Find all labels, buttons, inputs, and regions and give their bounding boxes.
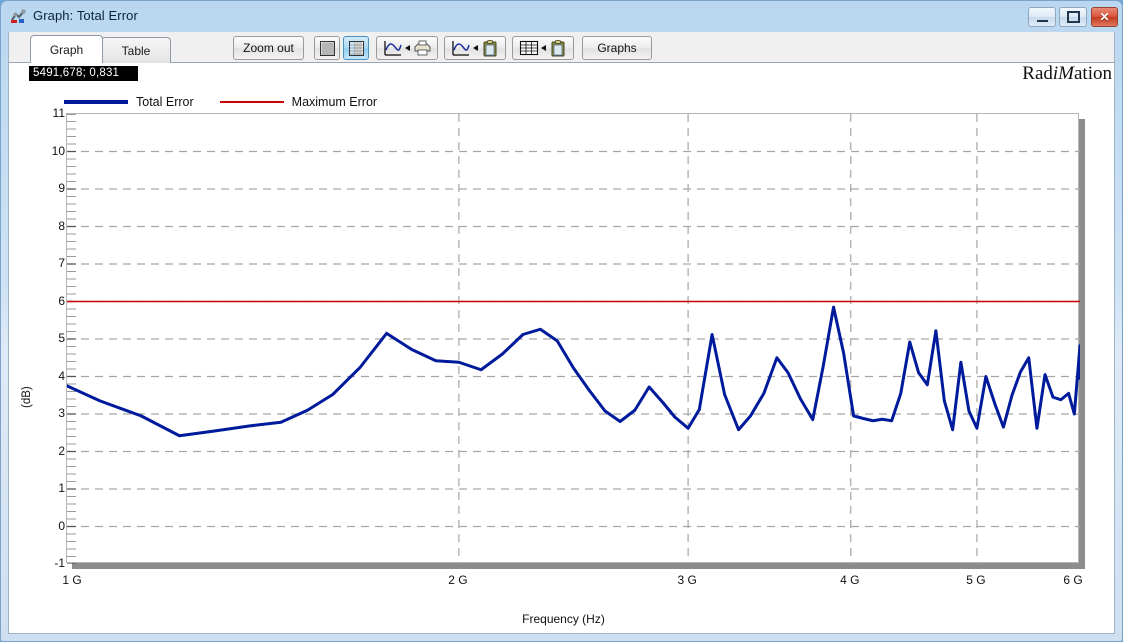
plot-box[interactable] xyxy=(66,113,1079,563)
coarse-grid-icon xyxy=(349,41,364,56)
legend-swatch-total-error xyxy=(64,100,128,104)
coarse-grid-toggle-button[interactable] xyxy=(343,36,369,60)
coordinate-readout: 5491,678; 0,831 xyxy=(29,66,138,81)
y-axis-tick-labels: -1 0 1 2 3 4 5 6 7 8 9 10 11 xyxy=(25,108,65,628)
close-button[interactable]: ✕ xyxy=(1091,7,1118,27)
graph-to-clipboard-icon xyxy=(450,39,500,57)
y-tick-label: 10 xyxy=(52,144,65,158)
y-tick-label: 11 xyxy=(53,106,65,120)
client-area: Graph Table Zoom out xyxy=(8,32,1115,634)
tab-table-label: Table xyxy=(122,44,151,58)
legend-label-total-error: Total Error xyxy=(136,95,194,109)
legend-swatch-maximum-error xyxy=(220,101,284,103)
fine-grid-toggle-button[interactable] xyxy=(314,36,340,60)
tab-graph-label: Graph xyxy=(50,43,83,57)
maximize-icon xyxy=(1060,8,1086,26)
y-tick-label: 9 xyxy=(58,181,65,195)
zoom-out-button[interactable]: Zoom out xyxy=(233,36,304,60)
x-tick-label: 6 G xyxy=(1063,573,1082,587)
x-tick-label: 2 G xyxy=(448,573,467,587)
title-bar: Graph: Total Error ✕ xyxy=(1,1,1122,32)
y-tick-label: 0 xyxy=(58,519,65,533)
minimize-icon xyxy=(1029,8,1055,26)
y-tick-label: 6 xyxy=(58,294,65,308)
close-icon: ✕ xyxy=(1092,8,1117,26)
graph-to-printer-icon xyxy=(382,39,432,57)
graphs-label: Graphs xyxy=(597,41,636,55)
plot-area-wrapper: (dB) -101234567891011 1 G2 G3 G4 G5 G6 G… xyxy=(9,108,1114,628)
table-to-clipboard-icon xyxy=(518,39,568,57)
tab-table[interactable]: Table xyxy=(101,37,171,63)
y-tick-label: 8 xyxy=(58,219,65,233)
x-tick-label: 4 G xyxy=(840,573,859,587)
application-window: Graph: Total Error ✕ Graph Table Zoom ou… xyxy=(0,0,1123,642)
y-tick-label: 2 xyxy=(58,444,65,458)
x-tick-label: 5 G xyxy=(966,573,985,587)
graph-window-icon xyxy=(10,9,27,25)
y-tick-label: 1 xyxy=(58,481,65,495)
y-tick-label: -1 xyxy=(54,556,65,570)
fine-grid-icon xyxy=(320,41,335,56)
maximize-button[interactable] xyxy=(1059,7,1087,27)
zoom-out-label: Zoom out xyxy=(243,41,294,55)
brand-prefix: Rad xyxy=(1022,63,1053,84)
legend-label-maximum-error: Maximum Error xyxy=(292,95,377,109)
y-tick-label: 3 xyxy=(58,406,65,420)
graph-to-printer-button[interactable] xyxy=(376,36,438,60)
brand-suffix: ation xyxy=(1074,63,1112,84)
brand-italic-m: M xyxy=(1058,63,1074,84)
y-tick-label: 5 xyxy=(58,331,65,345)
x-tick-label: 3 G xyxy=(677,573,696,587)
x-axis-title: Frequency (Hz) xyxy=(9,612,1114,626)
toolbar-row: Graph Table Zoom out xyxy=(9,32,1114,63)
graph-panel: 5491,678; 0,831 RadiMation Total Error M… xyxy=(9,63,1114,633)
y-tick-label: 7 xyxy=(58,256,65,270)
x-tick-label: 1 G xyxy=(62,573,81,587)
tab-graph[interactable]: Graph xyxy=(30,35,103,63)
chart-canvas xyxy=(67,114,1080,564)
radimation-logo: RadiMation xyxy=(1022,63,1112,85)
window-title: Graph: Total Error xyxy=(33,8,138,23)
graphs-button[interactable]: Graphs xyxy=(582,36,652,60)
y-tick-label: 4 xyxy=(58,369,65,383)
table-to-clipboard-button[interactable] xyxy=(512,36,574,60)
x-axis-tick-labels: 1 G 2 G 3 G 4 G 5 G 6 G xyxy=(9,571,1114,591)
graph-to-clipboard-button[interactable] xyxy=(444,36,506,60)
minimize-button[interactable] xyxy=(1028,7,1056,27)
